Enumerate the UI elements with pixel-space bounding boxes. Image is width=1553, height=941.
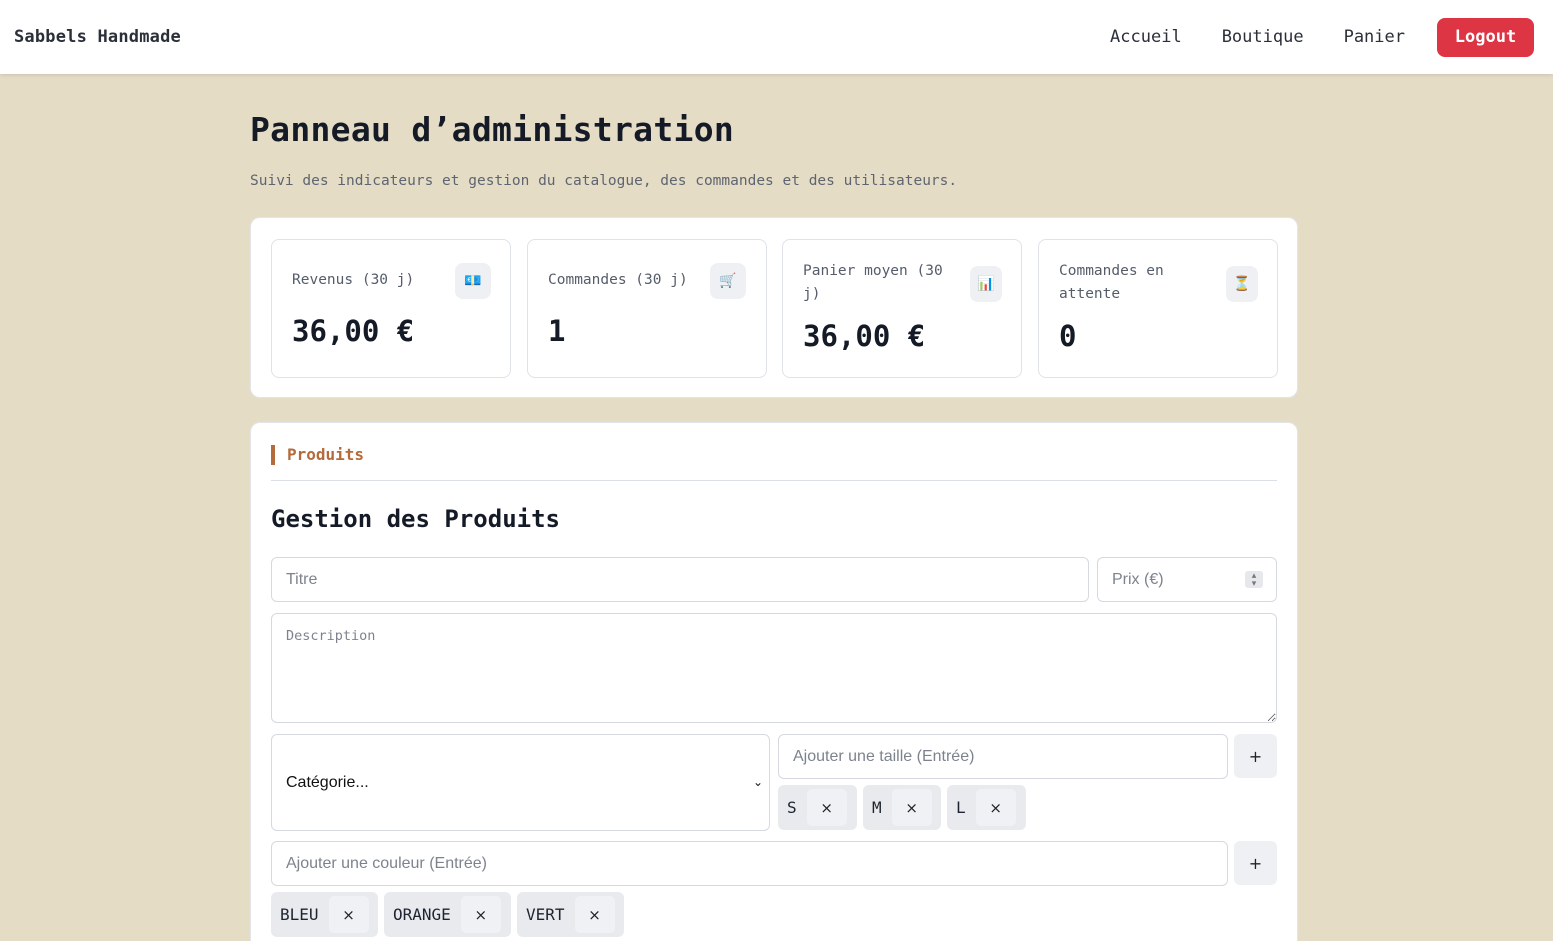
color-chip: BLEU × (271, 892, 378, 937)
description-textarea[interactable] (271, 613, 1277, 723)
stat-value: 36,00 € (803, 319, 926, 353)
main-nav: Accueil Boutique Panier Logout (1070, 17, 1534, 57)
color-input[interactable] (271, 841, 1228, 886)
chip-label: S (787, 798, 797, 817)
page-subtitle: Suivi des indicateurs et gestion du cata… (250, 173, 958, 189)
nav-link-accueil[interactable]: Accueil (1110, 27, 1182, 47)
chevron-down-icon: ⌄ (752, 775, 763, 789)
stat-card-orders: Commandes (30 j) 🛒 1 (527, 239, 767, 378)
nav-link-panier[interactable]: Panier (1344, 27, 1405, 47)
chip-label: BLEU (280, 905, 319, 924)
nav-link-boutique[interactable]: Boutique (1222, 27, 1304, 47)
remove-chip-button[interactable]: × (975, 789, 1016, 826)
add-color-button[interactable]: + (1234, 841, 1277, 885)
section-tab-produits[interactable]: Produits (271, 445, 364, 465)
remove-chip-button[interactable]: × (891, 789, 932, 826)
color-chip: VERT × (517, 892, 624, 937)
price-field-wrapper: ▴▾ (1097, 557, 1277, 602)
logout-button[interactable]: Logout (1437, 17, 1534, 57)
color-chip: ORANGE × (384, 892, 511, 937)
category-select[interactable]: Catégorie... ⌄ (271, 734, 770, 831)
chip-label: ORANGE (393, 905, 451, 924)
money-icon: 💶 (455, 263, 491, 299)
stat-card-average-cart: Panier moyen (30 j) 📊 36,00 € (782, 239, 1022, 378)
hourglass-icon: ⏳ (1226, 266, 1258, 302)
section-divider (271, 480, 1277, 481)
size-chip: M × (863, 785, 941, 830)
number-spinner-icon[interactable]: ▴ ▾ (1245, 571, 1263, 589)
brand-logo[interactable]: Sabbels Handmade (14, 27, 181, 47)
chip-label: L (956, 798, 966, 817)
stat-value: 1 (548, 314, 566, 348)
stats-panel: Revenus (30 j) 💶 36,00 € Commandes (30 j… (250, 217, 1298, 398)
top-navbar: Sabbels Handmade Accueil Boutique Panier… (0, 0, 1553, 74)
cart-icon: 🛒 (710, 263, 746, 299)
remove-chip-button[interactable]: × (328, 896, 369, 933)
stat-card-pending-orders: Commandes en attente ⏳ 0 (1038, 239, 1278, 378)
stat-label: Panier moyen (30 j) (803, 263, 943, 302)
section-title: Gestion des Produits (271, 505, 560, 533)
size-chip: S × (778, 785, 857, 830)
stat-label: Commandes en attente (1059, 263, 1164, 302)
products-panel: Produits Gestion des Produits ▴▾ Catégor… (250, 422, 1298, 941)
stat-value: 36,00 € (292, 314, 415, 348)
stat-label: Revenus (30 j) (292, 272, 415, 288)
stat-value: 0 (1059, 319, 1077, 353)
size-input[interactable] (778, 734, 1228, 779)
remove-chip-button[interactable]: × (574, 896, 615, 933)
title-input[interactable] (271, 557, 1089, 602)
category-select-value: Catégorie... (286, 773, 369, 791)
page-title: Panneau d’administration (250, 110, 735, 149)
remove-chip-button[interactable]: × (806, 789, 847, 826)
chip-label: M (872, 798, 882, 817)
chip-label: VERT (526, 905, 565, 924)
stat-label: Commandes (30 j) (548, 272, 688, 288)
add-size-button[interactable]: + (1234, 734, 1277, 778)
size-chip: L × (947, 785, 1026, 830)
stat-card-revenue: Revenus (30 j) 💶 36,00 € (271, 239, 511, 378)
remove-chip-button[interactable]: × (460, 896, 501, 933)
bar-chart-icon: 📊 (970, 266, 1002, 302)
